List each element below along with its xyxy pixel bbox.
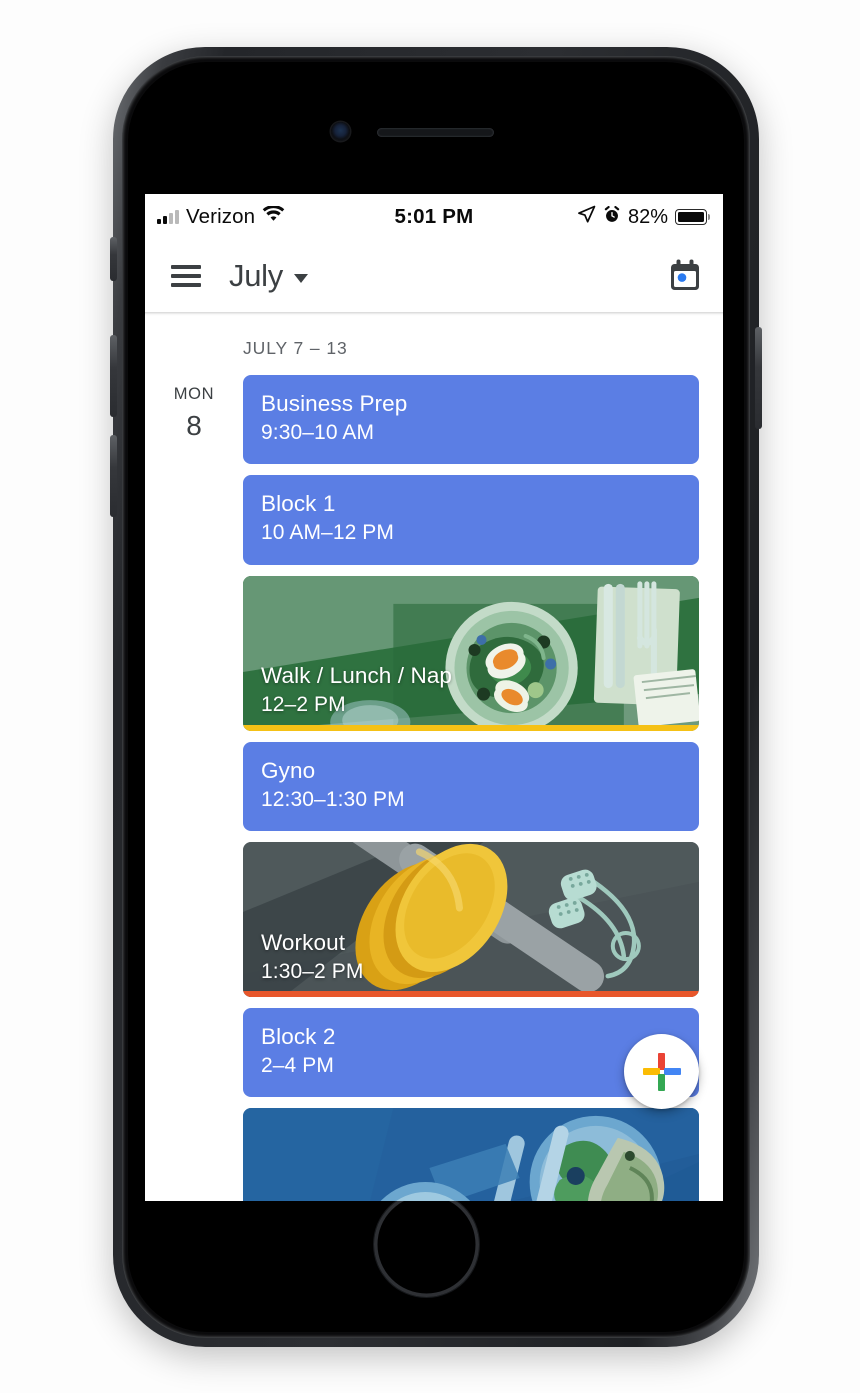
event-title: Block 2 — [261, 1023, 336, 1049]
screenshot-stage: Verizon 5:01 PM 82% July JULY 7 – 13 MON… — [0, 0, 860, 1393]
dinner-fish-illustration — [243, 1108, 699, 1201]
event-card[interactable]: Walk / Dinner — [243, 1108, 699, 1201]
wifi-icon — [262, 205, 285, 228]
carrier-label: Verizon — [186, 205, 256, 228]
create-event-fab[interactable] — [624, 1034, 699, 1109]
google-plus-icon — [642, 1052, 681, 1091]
event-card[interactable]: Walk / Lunch / Nap 12–2 PM — [243, 575, 699, 731]
battery-icon — [675, 209, 711, 225]
front-camera-icon — [331, 122, 350, 141]
alarm-clock-icon — [603, 205, 621, 229]
event-card[interactable]: Workout 1:30–2 PM — [243, 841, 699, 997]
event-accent-bar — [243, 990, 699, 997]
month-selector[interactable]: July — [229, 258, 308, 294]
phone-screen: Verizon 5:01 PM 82% July JULY 7 – 13 MON… — [145, 194, 723, 1201]
day-date-column: MON 8 — [145, 375, 243, 1201]
power-button[interactable] — [755, 327, 762, 429]
mute-switch-button[interactable] — [110, 237, 117, 281]
event-title: Gyno — [261, 757, 316, 783]
event-title: Workout — [261, 929, 346, 955]
volume-up-button[interactable] — [110, 335, 117, 417]
signal-bars-icon — [157, 210, 179, 224]
event-card[interactable]: Gyno 12:30–1:30 PM — [243, 741, 699, 831]
event-accent-bar — [243, 724, 699, 731]
event-card[interactable]: Block 1 10 AM–12 PM — [243, 475, 699, 565]
event-title: Business Prep — [261, 391, 408, 416]
event-time: 1:30–2 PM — [261, 959, 364, 983]
event-time: 12:30–1:30 PM — [261, 787, 405, 811]
chevron-down-icon — [293, 273, 308, 283]
volume-down-button[interactable] — [110, 435, 117, 517]
home-button[interactable] — [374, 1192, 479, 1297]
month-label: July — [229, 258, 283, 293]
week-range-label: JULY 7 – 13 — [243, 338, 348, 358]
event-card[interactable]: Business Prep 9:30–10 AM — [243, 375, 699, 465]
battery-percent-label: 82% — [627, 205, 668, 228]
day-number-label: 8 — [186, 410, 202, 441]
hamburger-menu-icon[interactable] — [171, 265, 201, 287]
earpiece-speaker — [377, 128, 494, 137]
location-arrow-icon — [577, 205, 596, 229]
status-bar: Verizon 5:01 PM 82% — [145, 194, 723, 240]
status-bar-right: 82% — [577, 205, 711, 229]
event-time: 12–2 PM — [261, 693, 346, 717]
event-time: 9:30–10 AM — [261, 421, 375, 444]
event-time: 2–4 PM — [261, 1053, 334, 1077]
event-time: 10 AM–12 PM — [261, 521, 395, 545]
event-title: Walk / Lunch / Nap — [261, 663, 453, 689]
day-weekday-label: MON — [173, 385, 215, 403]
schedule-list[interactable]: JULY 7 – 13 MON 8 Business Prep 9:30–10 … — [145, 316, 723, 1201]
event-title: Block 1 — [261, 491, 336, 517]
status-bar-left: Verizon — [157, 205, 285, 229]
app-bar: July — [145, 240, 723, 312]
calendar-today-icon[interactable] — [669, 259, 701, 293]
